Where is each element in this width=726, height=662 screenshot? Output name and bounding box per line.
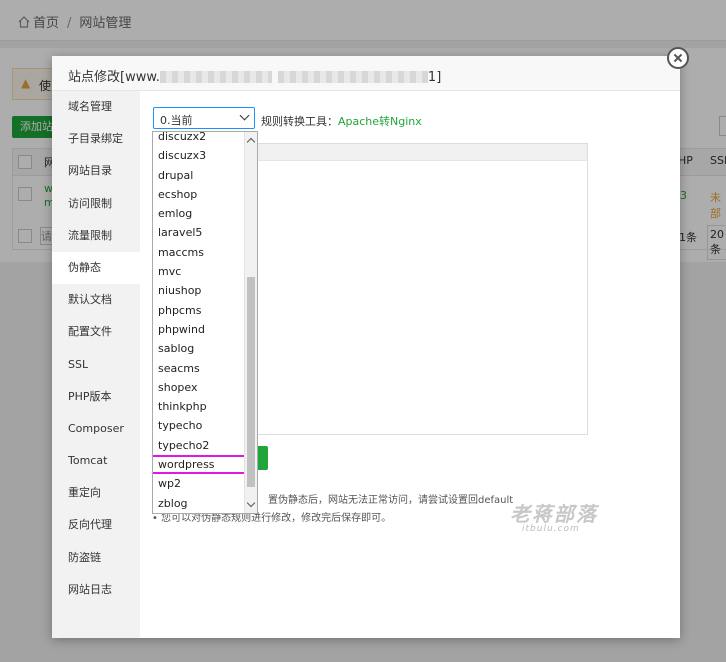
sidebar-item-site-dir[interactable]: 网站目录	[52, 155, 140, 187]
sidebar-item-ssl[interactable]: SSL	[52, 349, 140, 381]
dropdown-option[interactable]: maccms	[153, 243, 245, 262]
sidebar-item-rewrite[interactable]: 伪静态	[52, 251, 140, 285]
sidebar-item-default-doc[interactable]: 默认文档	[52, 284, 140, 316]
dropdown-option[interactable]: laravel5	[153, 223, 245, 242]
sidebar-item-config-file[interactable]: 配置文件	[52, 316, 140, 348]
sidebar-item-domain[interactable]: 域名管理	[52, 91, 140, 123]
sidebar-item-tomcat[interactable]: Tomcat	[52, 445, 140, 477]
settings-sidebar: 域名管理 子目录绑定 网站目录 访问限制 流量限制 伪静态 默认文档 配置文件 …	[52, 91, 140, 638]
dropdown-option[interactable]: seacms	[153, 359, 245, 378]
rewrite-template-dropdown[interactable]: discuzx2 discuzx3 drupal ecshop emlog la…	[152, 131, 258, 514]
sidebar-item-redirect[interactable]: 重定向	[52, 477, 140, 509]
sidebar-item-hotlink[interactable]: 防盗链	[52, 542, 140, 574]
dropdown-option[interactable]: thinkphp	[153, 397, 245, 416]
dropdown-option[interactable]: phpcms	[153, 301, 245, 320]
select-value: 0.当前	[160, 114, 193, 127]
dropdown-option[interactable]: ecshop	[153, 185, 245, 204]
close-dialog-button[interactable]	[667, 47, 689, 69]
dropdown-option[interactable]: drupal	[153, 166, 245, 185]
dropdown-option[interactable]: zblog	[153, 494, 245, 513]
scrollbar-thumb[interactable]	[247, 277, 255, 487]
sidebar-item-subdir[interactable]: 子目录绑定	[52, 123, 140, 155]
dialog-title: 站点修改[www. 1]	[68, 66, 441, 85]
dropdown-option[interactable]: wp2	[153, 474, 245, 493]
site-edit-dialog: 站点修改[www. 1] 域名管理 子目录绑定 网站目录 访问限制 流量限制 伪静…	[52, 56, 680, 638]
dialog-header: 站点修改[www. 1]	[52, 56, 680, 91]
dialog-title-prefix: 站点修改[www.	[68, 70, 160, 85]
dropdown-option[interactable]: shopex	[153, 378, 245, 397]
apache-to-nginx-link[interactable]: Apache转Nginx	[338, 115, 422, 128]
dropdown-option[interactable]: emlog	[153, 204, 245, 223]
rule-convert-label: 规则转换工具：Apache转Nginx	[261, 113, 422, 129]
dropdown-options: discuzx2 discuzx3 drupal ecshop emlog la…	[153, 132, 247, 513]
rewrite-rule-editor[interactable]	[240, 143, 588, 435]
dropdown-scrollbar[interactable]	[244, 132, 257, 513]
rule-convert-text: 规则转换工具：	[261, 115, 338, 128]
dialog-title-suffix: 1]	[427, 70, 442, 85]
scroll-up-icon[interactable]	[245, 134, 257, 146]
watermark-url: itbulu.com	[522, 524, 580, 534]
dropdown-option[interactable]: niushop	[153, 281, 245, 300]
tip-item: 置伪静态后，网站无法正常访问，请尝试设置回default	[268, 495, 514, 506]
dropdown-option[interactable]: discuzx3	[153, 146, 245, 165]
watermark: 老蒋部落	[510, 502, 598, 526]
blurred-domain-2	[277, 71, 428, 83]
blurred-domain	[159, 71, 272, 83]
scroll-down-icon[interactable]	[245, 499, 257, 511]
rewrite-template-select[interactable]: 0.当前	[153, 107, 255, 129]
dropdown-option[interactable]: typecho2	[153, 436, 245, 455]
editor-top-bar	[241, 144, 587, 161]
sidebar-item-site-log[interactable]: 网站日志	[52, 574, 140, 606]
dropdown-option[interactable]: sablog	[153, 339, 245, 358]
dropdown-option-highlighted[interactable]: wordpress	[153, 455, 247, 475]
chevron-down-icon	[239, 110, 250, 121]
sidebar-item-php-version[interactable]: PHP版本	[52, 381, 140, 413]
sidebar-item-reverse-proxy[interactable]: 反向代理	[52, 509, 140, 541]
dropdown-option[interactable]: phpwind	[153, 320, 245, 339]
dropdown-option[interactable]: typecho	[153, 416, 245, 435]
dropdown-option[interactable]: discuzx2	[153, 132, 245, 146]
sidebar-item-access-limit[interactable]: 访问限制	[52, 188, 140, 220]
dropdown-option[interactable]: mvc	[153, 262, 245, 281]
sidebar-item-composer[interactable]: Composer	[52, 413, 140, 445]
sidebar-item-traffic-limit[interactable]: 流量限制	[52, 220, 140, 252]
